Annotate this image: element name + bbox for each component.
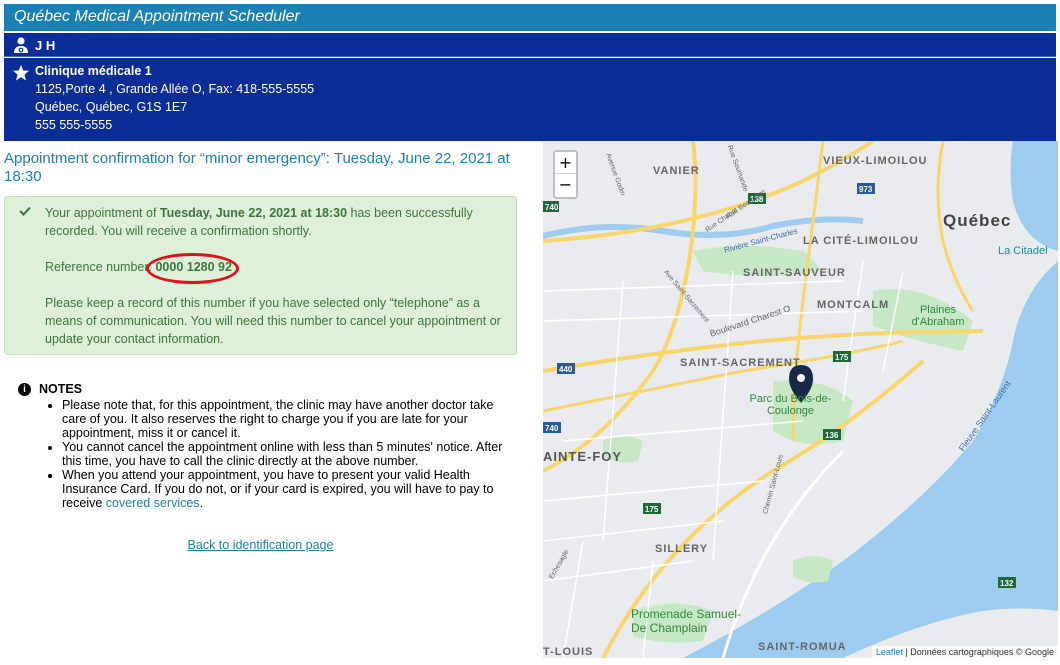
route-175b-label: 175 bbox=[645, 505, 659, 514]
map-label-promenade: Promenade Samuel-De Champlain bbox=[631, 607, 742, 635]
map-label-montcalm: MONTCALM bbox=[817, 299, 890, 311]
leaflet-link[interactable]: Leaflet bbox=[876, 647, 903, 657]
reference-number: 0000 1280 92 bbox=[146, 253, 240, 284]
user-bar: J H bbox=[4, 33, 1056, 57]
covered-services-link[interactable]: covered services bbox=[106, 496, 200, 510]
success-alert: Your appointment of Tuesday, June 22, 20… bbox=[4, 196, 517, 355]
clinic-address: 1125,Porte 4 , Grande Allée O, Fax: 418-… bbox=[35, 82, 315, 96]
map-label-cite-limoilou: LA CITÉ-LIMOILOU bbox=[803, 235, 919, 247]
check-icon bbox=[19, 206, 31, 216]
note-item-suffix: . bbox=[199, 496, 204, 510]
zoom-control: + − bbox=[553, 150, 578, 199]
notes-section: i NOTES Please note that, for this appoi… bbox=[18, 382, 508, 510]
highlight-ring bbox=[146, 253, 240, 284]
map-attribution: Leaflet | Données cartographiques © Goog… bbox=[871, 646, 1058, 658]
zoom-out-button[interactable]: − bbox=[555, 174, 576, 196]
map-label-parc: Parc du Bois-de-Coulonge bbox=[749, 393, 832, 417]
map-label-saint-louis: T-LOUIS bbox=[543, 646, 594, 658]
route-136-label: 136 bbox=[825, 431, 839, 440]
map-label-saint-romuald: SAINT-ROMUA bbox=[758, 641, 847, 653]
map[interactable]: 740 973 138 440 175 740 136 175 132 VANI… bbox=[543, 141, 1058, 658]
confirmation-title: Appointment confirmation for “minor emer… bbox=[4, 150, 510, 185]
map-label-quebec: Québec bbox=[943, 211, 1012, 230]
user-doctor-icon bbox=[14, 37, 28, 53]
clinic-phone: 555 555-5555 bbox=[35, 118, 113, 132]
map-label-saint-sauveur: SAINT-SAUVEUR bbox=[743, 267, 846, 279]
map-label-plaines: Plaines d'Abraham bbox=[911, 304, 965, 328]
notes-heading: i NOTES bbox=[18, 382, 508, 396]
user-initials: J H bbox=[35, 38, 56, 53]
route-440-label: 440 bbox=[559, 365, 573, 374]
route-973-label: 973 bbox=[859, 185, 873, 194]
app-title: Québec Medical Appointment Scheduler bbox=[14, 8, 300, 25]
route-740b-label: 740 bbox=[545, 424, 559, 433]
message-prefix: Your appointment of bbox=[45, 206, 160, 220]
appointment-datetime: Tuesday, June 22, 2021 at 18:30 bbox=[159, 206, 348, 220]
notes-list: Please note that, for this appointment, … bbox=[62, 398, 508, 510]
map-label-saint-sacrement: SAINT-SACREMENT bbox=[680, 357, 801, 369]
reference-label: Reference number: bbox=[45, 260, 156, 274]
route-740-label: 740 bbox=[545, 203, 559, 212]
note-item: When you attend your appointment, you ha… bbox=[62, 468, 508, 510]
notes-heading-text: NOTES bbox=[39, 382, 83, 396]
map-label-sainte-foy: AINTE-FOY bbox=[543, 449, 623, 464]
map-label-citadel: La Citadel bbox=[998, 245, 1048, 257]
map-label-vanier: VANIER bbox=[653, 165, 700, 177]
attribution-text: | Données cartographiques © Google bbox=[902, 647, 1054, 657]
route-175-label: 175 bbox=[835, 353, 849, 362]
clinic-city: Québec, Québec, G1S 1E7 bbox=[35, 100, 188, 114]
app-header: Québec Medical Appointment Scheduler bbox=[4, 4, 1056, 31]
route-132-label: 132 bbox=[1000, 579, 1014, 588]
info-icon: i bbox=[18, 382, 31, 396]
confirmation-message: Your appointment of Tuesday, June 22, 20… bbox=[45, 204, 505, 240]
clinic-name: Clinique médicale 1 bbox=[35, 64, 152, 78]
reference-line: Reference number: 0000 1280 92 bbox=[45, 253, 505, 284]
clinic-info-bar: Clinique médicale 1 1125,Porte 4 , Grand… bbox=[4, 58, 1056, 141]
record-instructions: Please keep a record of this number if y… bbox=[45, 296, 501, 346]
zoom-in-button[interactable]: + bbox=[555, 152, 576, 174]
back-to-identification-link[interactable]: Back to identification page bbox=[4, 538, 517, 552]
star-icon bbox=[13, 65, 29, 81]
note-item: Please note that, for this appointment, … bbox=[62, 398, 508, 440]
map-label-sillery: SILLERY bbox=[655, 543, 709, 555]
map-label-vieux-limoilou: VIEUX-LIMOILOU bbox=[823, 155, 928, 167]
clinic-details: Clinique médicale 1 1125,Porte 4 , Grand… bbox=[35, 62, 314, 134]
note-item: You cannot cancel the appointment online… bbox=[62, 440, 508, 468]
